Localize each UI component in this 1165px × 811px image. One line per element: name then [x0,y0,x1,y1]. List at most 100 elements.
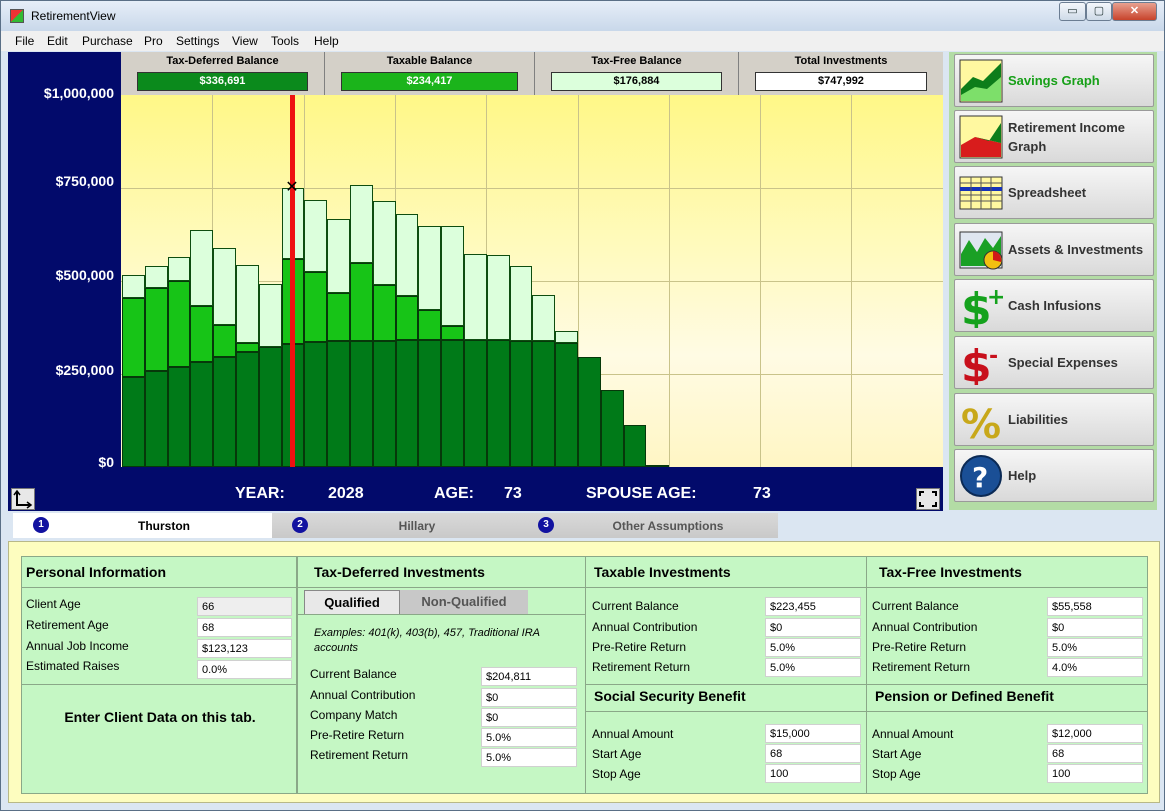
bar-segment[interactable] [190,362,214,467]
spreadsheet-button[interactable]: Spreadsheet [954,166,1154,219]
bar-segment[interactable] [372,340,396,467]
maximize-button[interactable]: ▢ [1086,2,1112,21]
bar-segment[interactable] [395,213,419,296]
bar-segment[interactable] [372,284,396,341]
help-button[interactable]: ? Help [954,449,1154,502]
bar-segment[interactable] [578,357,601,467]
bar-segment[interactable] [464,339,487,467]
bar-segment[interactable] [464,254,487,340]
pension-start-age-field[interactable]: 68 [1047,744,1143,763]
annual-job-income-field[interactable]: $123,123 [197,639,292,658]
bar-segment[interactable] [441,326,464,340]
current-balance-field[interactable]: $204,811 [481,667,577,686]
bar-segment[interactable] [532,294,556,342]
pre-retire-return-field[interactable]: 5.0% [481,728,577,747]
bar-segment[interactable] [144,266,168,289]
menu-file[interactable]: File [15,34,34,48]
bar-segment[interactable] [486,254,510,341]
year-marker[interactable] [290,95,295,467]
annual-contribution-field[interactable]: $0 [481,688,577,707]
tab-non-qualified[interactable]: Non-Qualified [400,590,528,614]
taxable-current-balance-field[interactable]: $223,455 [765,597,861,616]
bar-segment[interactable] [532,341,556,467]
ss-start-age-field[interactable]: 68 [765,744,861,763]
bar-segment[interactable] [122,297,145,377]
bar-segment[interactable] [304,272,328,343]
taxfree-annual-contribution-field[interactable]: $0 [1047,618,1143,637]
bar-segment[interactable] [327,292,350,342]
retirement-return-field[interactable]: 5.0% [481,748,577,767]
cash-infusions-button[interactable]: $ + Cash Infusions [954,279,1154,332]
pension-stop-age-field[interactable]: 100 [1047,764,1143,783]
axis-toggle-icon[interactable] [11,488,35,510]
bar-segment[interactable] [236,343,259,352]
bar-segment[interactable] [304,342,328,467]
fullscreen-icon[interactable] [916,488,940,510]
bar-segment[interactable] [167,281,191,368]
bar-segment[interactable] [418,310,442,340]
bar-segment[interactable] [213,248,236,325]
pension-annual-amount-field[interactable]: $12,000 [1047,724,1143,743]
bar-segment[interactable] [304,199,328,273]
bar-segment[interactable] [258,347,282,467]
company-match-field[interactable]: $0 [481,708,577,727]
menu-view[interactable]: View [232,34,258,48]
retirement-income-graph-button[interactable]: Retirement Income Graph [954,110,1154,163]
bar-segment[interactable] [327,341,350,467]
tab-hillary[interactable]: 2 Hillary [272,513,522,538]
bar-segment[interactable] [236,351,259,467]
bar-segment[interactable] [167,256,191,281]
bar-segment[interactable] [144,371,168,467]
bar-segment[interactable] [418,226,442,311]
bar-segment[interactable] [144,288,168,372]
bar-segment[interactable] [646,465,670,467]
menu-help[interactable]: Help [314,34,339,48]
bar-segment[interactable] [509,340,533,467]
bar-segment[interactable] [258,283,282,348]
bar-segment[interactable] [418,339,442,467]
special-expenses-button[interactable]: $ - Special Expenses [954,336,1154,389]
menu-pro[interactable]: Pro [144,34,163,48]
bar-segment[interactable] [190,230,214,307]
ss-annual-amount-field[interactable]: $15,000 [765,724,861,743]
plot-area[interactable]: ✕ [121,95,943,467]
bar-segment[interactable] [213,324,236,357]
menu-edit[interactable]: Edit [47,34,68,48]
taxable-pre-retire-return-field[interactable]: 5.0% [765,638,861,657]
bar-segment[interactable] [190,306,214,363]
retirement-age-field[interactable]: 68 [197,618,292,637]
bar-segment[interactable] [236,265,259,344]
bar-segment[interactable] [395,340,419,467]
bar-segment[interactable] [441,339,464,467]
assets-investments-button[interactable]: Assets & Investments [954,223,1154,276]
bar-segment[interactable] [623,424,647,467]
bar-segment[interactable] [395,295,419,341]
close-button[interactable]: ✕ [1112,2,1157,21]
taxfree-retirement-return-field[interactable]: 4.0% [1047,658,1143,677]
menu-tools[interactable]: Tools [271,34,299,48]
menu-purchase[interactable]: Purchase [82,34,133,48]
bar-segment[interactable] [486,340,510,467]
client-age-field[interactable]: 66 [197,597,292,616]
taxable-annual-contribution-field[interactable]: $0 [765,618,861,637]
taxable-retirement-return-field[interactable]: 5.0% [765,658,861,677]
savings-graph-button[interactable]: Savings Graph [954,54,1154,107]
liabilities-button[interactable]: % Liabilities [954,393,1154,446]
bar-segment[interactable] [122,376,145,467]
minimize-button[interactable]: ▭ [1059,2,1086,21]
menu-settings[interactable]: Settings [176,34,219,48]
bar-segment[interactable] [350,340,373,467]
bar-segment[interactable] [509,266,533,341]
bar-segment[interactable] [167,367,191,467]
bar-segment[interactable] [441,225,464,327]
tab-thurston[interactable]: 1 Thurston [13,513,275,538]
bar-segment[interactable] [350,262,373,341]
estimated-raises-field[interactable]: 0.0% [197,660,292,679]
tab-other-assumptions[interactable]: 3 Other Assumptions [518,513,778,538]
bar-segment[interactable] [327,218,350,293]
tab-qualified[interactable]: Qualified [304,590,400,614]
bar-segment[interactable] [213,356,236,467]
taxfree-pre-retire-return-field[interactable]: 5.0% [1047,638,1143,657]
ss-stop-age-field[interactable]: 100 [765,764,861,783]
bar-segment[interactable] [555,343,578,467]
